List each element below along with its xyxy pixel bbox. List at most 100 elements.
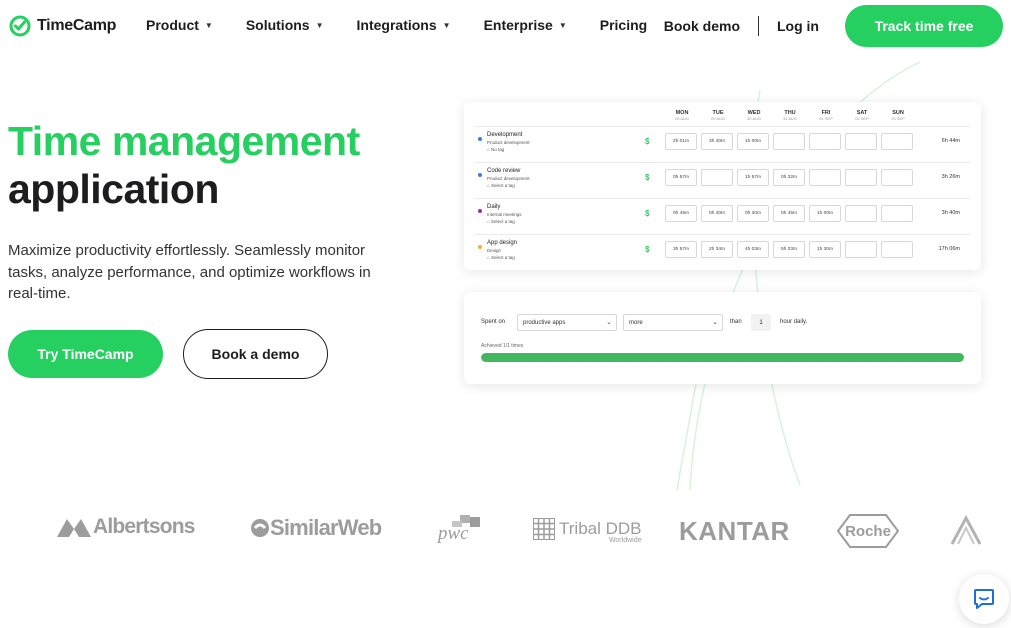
time-entry-cell[interactable]: 1h 30m <box>809 241 841 258</box>
logo-label: Albertsons <box>93 515 195 538</box>
hero-title-green: Time management <box>8 118 360 164</box>
timesheet-preview-card: MON 26 AUG TUE 29 AUG WED 30 AUG THU 31 AUG … <box>464 102 981 270</box>
time-entry-cell[interactable] <box>809 169 841 186</box>
menu-item-label: Pricing <box>599 17 648 33</box>
time-entry-cell[interactable] <box>845 133 877 150</box>
triangle-mark-icon <box>950 514 982 545</box>
albertsons-mark-icon <box>57 519 91 537</box>
time-entry-cell[interactable] <box>809 133 841 150</box>
time-entry-cell[interactable] <box>881 241 913 258</box>
menu-item-label: Enterprise <box>483 17 553 33</box>
task-name: Code review <box>487 168 521 174</box>
chat-bubble-icon <box>974 589 994 609</box>
time-entry-cell[interactable]: 0h 45m <box>665 205 697 222</box>
timesheet-row: Development Product development ⌂ No tag $2… <box>474 126 970 162</box>
roche-hexagon-icon <box>836 514 900 548</box>
task-name: App design <box>487 240 518 246</box>
productivity-goal-card: Spent on productive apps ⌄ more ⌄ than 1… <box>464 292 981 384</box>
main-menu: Product ▼ Solutions ▼ Integrations ▼ Ent… <box>146 17 680 33</box>
billable-dollar-icon[interactable]: $ <box>645 137 649 146</box>
tag-selector[interactable]: ⌂ Select a tag <box>487 255 515 260</box>
try-timecamp-button[interactable]: Try TimeCamp <box>8 330 163 378</box>
achieved-text: Achieved 1/1 times <box>481 343 524 349</box>
billable-dollar-icon[interactable]: $ <box>645 209 649 218</box>
time-entry-cell[interactable] <box>845 205 877 222</box>
project-name: Product development <box>487 176 530 181</box>
tag-selector[interactable]: ⌂ No tag <box>487 147 504 152</box>
time-entry-cell[interactable] <box>845 241 877 258</box>
time-entry-cell[interactable] <box>845 169 877 186</box>
billable-dollar-icon[interactable]: $ <box>645 173 649 182</box>
tag-label: No tag <box>490 147 505 152</box>
timecamp-logo[interactable]: TimeCamp <box>8 14 116 38</box>
row-total: 6h 44m <box>941 138 960 144</box>
day-header: MON 26 AUG <box>674 110 689 121</box>
menu-item-label: Product <box>146 17 199 33</box>
select-value: productive apps <box>523 320 566 326</box>
time-entry-cell[interactable]: 2h 34m <box>701 241 733 258</box>
time-entry-cell[interactable] <box>881 205 913 222</box>
time-entry-cell[interactable] <box>881 133 913 150</box>
hero-title-dark: application <box>8 166 219 212</box>
menu-item-pricing[interactable]: Pricing <box>600 17 647 33</box>
time-entry-cell[interactable]: 0h 45m <box>773 205 805 222</box>
time-entry-cell[interactable]: 2h 01m <box>665 133 697 150</box>
track-time-free-button[interactable]: Track time free <box>845 5 1003 47</box>
time-entry-cell[interactable]: 3h 40m <box>701 133 733 150</box>
time-entry-cell[interactable] <box>881 169 913 186</box>
menu-item-solutions[interactable]: Solutions ▼ <box>246 17 324 33</box>
caret-down-icon: ▼ <box>204 20 213 30</box>
time-entry-cell[interactable]: 0h 40m <box>701 205 733 222</box>
tribal-grid-icon <box>533 517 555 540</box>
time-entry-cell[interactable]: 1h 00m <box>737 133 769 150</box>
logo-label: SimilarWeb <box>270 515 382 540</box>
day-header: TUE 29 AUG <box>710 110 725 121</box>
time-entry-cell[interactable]: 5h 03m <box>773 241 805 258</box>
chevron-down-icon: ⌄ <box>712 319 718 326</box>
timesheet-row: Code review Product development ⌂ Select a… <box>474 162 970 198</box>
comparison-select[interactable]: more ⌄ <box>623 314 723 331</box>
logo-label: pwc <box>438 523 469 544</box>
menu-item-label: Integrations <box>356 17 437 33</box>
time-entry-cell[interactable]: 1h 57m <box>737 169 769 186</box>
project-name: Internal meetings <box>487 212 522 217</box>
task-name: Development <box>487 132 523 138</box>
partial-logo <box>950 514 984 546</box>
tag-label: Select a tag <box>490 183 515 188</box>
login-link[interactable]: Log in <box>777 18 819 34</box>
time-entry-cell[interactable]: 0h 30m <box>737 205 769 222</box>
activity-type-select[interactable]: productive apps ⌄ <box>517 314 617 331</box>
chevron-down-icon: ⌄ <box>606 319 612 326</box>
tag-selector[interactable]: ⌂ Select a tag <box>487 183 515 188</box>
project-color-dot <box>478 209 482 213</box>
time-entry-cell[interactable] <box>701 169 733 186</box>
hours-input[interactable]: 1 <box>751 314 771 331</box>
time-entry-cell[interactable]: 0h 57m <box>665 169 697 186</box>
menu-item-enterprise[interactable]: Enterprise ▼ <box>484 17 567 33</box>
time-entry-cell[interactable]: 1h 00m <box>809 205 841 222</box>
billable-dollar-icon[interactable]: $ <box>645 245 649 254</box>
time-entry-cell[interactable] <box>773 133 805 150</box>
book-a-demo-button[interactable]: Book a demo <box>183 329 328 379</box>
book-demo-link[interactable]: Book demo <box>664 18 740 34</box>
hero-description: Maximize productivity effortlessly. Seam… <box>8 242 371 302</box>
day-header: SUN 03 SEP <box>891 110 905 121</box>
nav-actions: Book demo Log in Track time free <box>664 5 1003 47</box>
timesheet-days-header: MON 26 AUG TUE 29 AUG WED 30 AUG THU 31 AUG … <box>664 110 924 126</box>
row-total: 3h 40m <box>941 210 960 216</box>
menu-item-product[interactable]: Product ▼ <box>146 17 213 33</box>
logo-label: KANTAR <box>679 516 790 546</box>
menu-item-integrations[interactable]: Integrations ▼ <box>357 17 451 33</box>
time-entry-cell[interactable]: 3h 57m <box>665 241 697 258</box>
logo-sublabel: Worldwide <box>608 537 642 544</box>
top-navigation: TimeCamp Product ▼ Solutions ▼ Integrati… <box>0 0 1011 52</box>
chat-widget-button[interactable] <box>959 574 1009 624</box>
time-entry-cell[interactable]: 4h 03m <box>737 241 769 258</box>
tribal-ddb-logo: Tribal DDB Worldwide <box>533 513 642 544</box>
row-total: 3h 26m <box>941 174 960 180</box>
similarweb-logo: SimilarWeb <box>250 515 382 541</box>
tag-selector[interactable]: ⌂ Select a tag <box>487 219 515 224</box>
time-entry-cell[interactable]: 0h 32m <box>773 169 805 186</box>
logo-text: TimeCamp <box>37 17 117 34</box>
tag-label: Select a tag <box>490 255 515 260</box>
